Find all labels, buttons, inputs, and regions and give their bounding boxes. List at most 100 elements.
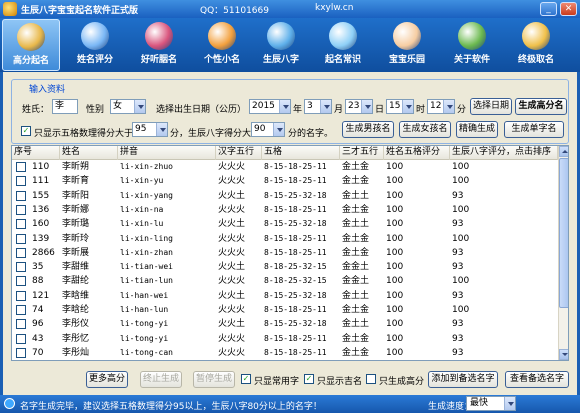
status-message: 名字生成完毕，建议选择五格数理得分95以上，生辰八字80分以上的名字！ — [20, 402, 322, 412]
min-bazi-select[interactable]: 90 — [251, 122, 285, 137]
generate-single-button[interactable]: 生成单字名 — [504, 121, 564, 138]
table-row[interactable]: 12李彤容li-tong-rong火火土8-15-25-32-18金土土1009… — [12, 360, 558, 361]
toolbar-zhongji-quming[interactable]: 终极取名 — [507, 19, 565, 71]
cell-pinyin: li-tong-rong — [118, 360, 216, 361]
cell-name: 李甜纶 — [62, 276, 90, 287]
generate-high-score-button[interactable]: 生成高分名 — [515, 98, 567, 115]
scroll-up-arrow-icon[interactable] — [559, 146, 568, 157]
cell-pinyin: li-xin-yu — [120, 176, 164, 186]
table-row[interactable]: 121 李晗维 li-han-wei 火火土 8-15-25-32-18 金土土 100 93 — [12, 289, 558, 303]
hour-select[interactable]: 15 — [386, 99, 414, 114]
cell-score: 100 — [386, 190, 404, 201]
table-row[interactable]: 136 李昕娜 li-xin-na 火火火 8-15-18-25-11 金土金 100 100 — [12, 203, 558, 217]
speed-select[interactable]: 最快 — [466, 396, 516, 411]
col-bazi-score[interactable]: 生辰八字评分，点击排序 — [450, 146, 558, 160]
view-favorite-button[interactable]: 查看备选名字 — [505, 371, 569, 388]
cell-sancai: 金土金 — [342, 204, 370, 215]
auspicious-only-checkbox[interactable]: ✓ — [304, 374, 314, 384]
table-row[interactable]: 74 李晗纶 li-han-lun 火火火 8-15-18-25-11 金土金 100 100 — [12, 303, 558, 317]
row-checkbox[interactable] — [16, 233, 26, 244]
cell-wuge: 8-18-25-32-15 — [264, 276, 327, 286]
col-wuge-score[interactable]: 姓名五格评分 — [384, 146, 450, 160]
toolbar-guanyu-ruanjian[interactable]: 关于软件 — [443, 19, 501, 71]
common-chars-checkbox[interactable]: ✓ — [241, 374, 251, 384]
month-unit: 月 — [334, 105, 344, 115]
minute-select[interactable]: 12 — [427, 99, 455, 114]
high-score-only-checkbox[interactable] — [366, 374, 376, 384]
table-row[interactable]: 111 李昕育 li-xin-yu 火火火 8-15-18-25-11 金土金 100 100 — [12, 174, 558, 188]
year-select[interactable]: 2015 — [249, 99, 291, 114]
month-select[interactable]: 3 — [304, 99, 332, 114]
cell-hanzi: 火火火 — [218, 233, 246, 244]
surname-input[interactable]: 李 — [52, 99, 78, 114]
table-row[interactable]: 43 李彤忆 li-tong-yi 火火火 8-15-18-25-11 金土金 100 93 — [12, 332, 558, 346]
row-checkbox[interactable] — [16, 204, 26, 215]
generate-girl-button[interactable]: 生成女孩名 — [399, 121, 451, 138]
cell-pinyin: li-tian-lun — [120, 276, 173, 286]
toolbar-haoting-mingzi[interactable]: 好听胭名 — [130, 19, 188, 71]
toolbar-gaofen-qiming[interactable]: 高分起名 — [2, 19, 60, 71]
toolbar-xingming-pingfen[interactable]: 姓名评分 — [66, 19, 124, 71]
row-checkbox[interactable] — [16, 347, 26, 358]
cell-wuge: 8-15-18-25-11 — [264, 247, 327, 257]
table-row[interactable]: 96 李彤仪 li-tong-yi 火火土 8-15-25-32-18 金土土 100 93 — [12, 317, 558, 331]
col-wuge[interactable]: 五格 — [262, 146, 340, 160]
choose-date-button[interactable]: 选择日期 — [470, 98, 512, 115]
high-score-only-label: 只生成高分 — [379, 377, 425, 387]
table-row[interactable]: 2866 李昕展 li-xin-zhan 火火火 8-15-18-25-11 金土金 100… — [12, 246, 558, 260]
day-unit: 日 — [375, 105, 385, 115]
col-hanzi-wuxing[interactable]: 汉字五行 — [216, 146, 262, 160]
pause-generate-button[interactable]: 暂停生成 — [193, 371, 235, 388]
cell-name: 李昕璐 — [62, 219, 90, 230]
cell-wuge: 8-15-18-25-11 — [264, 347, 327, 357]
scroll-down-arrow-icon[interactable] — [559, 349, 568, 360]
table-row[interactable]: 110 李昕朔 li-xin-zhuo 火火火 8-15-18-25-11 金土金 100 1… — [12, 160, 558, 174]
col-name[interactable]: 姓名 — [60, 146, 118, 160]
table-row[interactable]: 160 李昕璐 li-xin-lu 火火土 8-15-25-32-18 金土土 100 93 — [12, 217, 558, 231]
row-checkbox[interactable] — [16, 176, 26, 187]
min-wuge-select[interactable]: 95 — [132, 122, 168, 137]
table-row[interactable]: 70 李彤灿 li-tong-can 火火火 8-15-18-25-11 金土金 100 93 — [12, 346, 558, 360]
chevron-down-icon — [273, 123, 284, 136]
baby-icon — [393, 22, 421, 50]
cell-hanzi: 火火火 — [218, 176, 246, 187]
table-row[interactable]: 35 李甜维 li-tian-wei 火火土 8-18-25-32-15 金金土 100 93 — [12, 260, 558, 274]
cell-name: 李晗维 — [62, 290, 90, 301]
scroll-thumb[interactable] — [559, 158, 568, 308]
close-button[interactable]: ✕ — [560, 2, 577, 16]
more-high-score-button[interactable]: 更多高分 — [86, 371, 128, 388]
filter-checkbox[interactable]: ✓ — [21, 126, 31, 136]
row-checkbox[interactable] — [16, 276, 26, 287]
toolbar-shengchen-bazi[interactable]: 生辰八字 — [252, 19, 310, 71]
row-checkbox[interactable] — [16, 219, 26, 230]
row-checkbox[interactable] — [16, 305, 26, 315]
stop-generate-button[interactable]: 终止生成 — [140, 371, 182, 388]
day-select[interactable]: 23 — [345, 99, 373, 114]
cell-wuge: 8-15-18-25-11 — [264, 233, 327, 243]
table-row[interactable]: 139 李昕玲 li-xin-ling 火火火 8-15-18-25-11 金土金 100 1… — [12, 232, 558, 246]
table-row[interactable]: 88 李甜纶 li-tian-lun 火火火 8-18-25-32-15 金金土 100 10… — [12, 274, 558, 288]
toolbar-qiming-changshi[interactable]: 起名常识 — [314, 19, 372, 71]
col-pinyin[interactable]: 拼音 — [118, 146, 216, 160]
add-favorite-button[interactable]: 添加到备选名字 — [428, 371, 498, 388]
minimize-button[interactable]: _ — [540, 2, 557, 16]
toolbar-gexing-xiaoming[interactable]: 个性小名 — [193, 19, 251, 71]
cell-seq: 70 — [32, 347, 44, 358]
col-sancai[interactable]: 三才五行 — [340, 146, 384, 160]
row-checkbox[interactable] — [16, 162, 26, 172]
row-checkbox[interactable] — [16, 190, 26, 201]
col-seq[interactable]: 序号 — [12, 146, 60, 160]
row-checkbox[interactable] — [16, 262, 26, 273]
gender-select[interactable]: 女 — [110, 99, 146, 114]
toolbar-baobao-leyuan[interactable]: 宝宝乐园 — [378, 19, 436, 71]
row-checkbox[interactable] — [16, 247, 26, 258]
generate-boy-button[interactable]: 生成男孩名 — [342, 121, 394, 138]
mid-label: 分，生辰八字得分大于 — [170, 129, 261, 139]
row-checkbox[interactable] — [16, 319, 26, 330]
row-checkbox[interactable] — [16, 290, 26, 301]
table-row[interactable]: 155 李昕阳 li-xin-yang 火火土 8-15-25-32-18 金土土 100 9… — [12, 189, 558, 203]
cell-bazi: 93 — [452, 290, 464, 301]
precise-generate-button[interactable]: 精确生成 — [456, 121, 498, 138]
row-checkbox[interactable] — [16, 333, 26, 344]
vertical-scrollbar[interactable] — [558, 146, 568, 360]
